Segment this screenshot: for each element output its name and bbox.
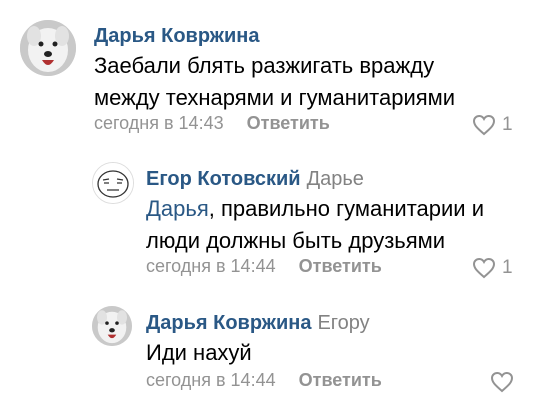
like-count: 1 (502, 114, 513, 135)
heart-icon (472, 257, 496, 279)
dog-face-avatar-icon (20, 20, 76, 76)
timestamp[interactable]: сегодня в 14:44 (146, 256, 276, 276)
author-name[interactable]: Егор Котовский (146, 168, 301, 190)
heart-icon (472, 114, 496, 136)
comment-text-fragment: , правильно гуманитарии и (208, 196, 484, 221)
comment-text-line: Иди нахуй (146, 340, 252, 365)
like-count: 1 (502, 257, 513, 278)
comment-text-line: между технарями и гуманитариями (94, 85, 456, 110)
avatar-dog[interactable] (20, 20, 76, 76)
heart-icon (490, 371, 514, 393)
timestamp[interactable]: сегодня в 14:43 (94, 113, 224, 133)
reply-button[interactable]: Ответить (247, 113, 330, 133)
comment-text: Иди нахуй (146, 337, 252, 369)
comment-text-line: люди должны быть друзьями (146, 228, 446, 253)
comment-header: Егор Котовский Дарье (146, 168, 364, 191)
comment-text-line: Дарья, правильно гуманитарии и (146, 193, 484, 225)
dog-face-avatar-icon (92, 306, 132, 346)
comment-meta: сегодня в 14:44 Ответить (146, 256, 382, 277)
meme-face-avatar-icon (93, 163, 133, 203)
comment-meta: сегодня в 14:43 Ответить (94, 113, 330, 134)
comment-text-line: Заебали блять разжигать вражду (94, 53, 435, 78)
comment-header: Дарья Ковржина (94, 25, 259, 48)
timestamp[interactable]: сегодня в 14:44 (146, 370, 276, 390)
reply-button[interactable]: Ответить (299, 370, 382, 390)
mention-link[interactable]: Дарья (146, 196, 209, 221)
reply-button[interactable]: Ответить (299, 256, 382, 276)
avatar-dog[interactable] (92, 306, 132, 346)
author-name[interactable]: Дарья Ковржина (146, 312, 311, 334)
comment-text: Заебали блять разжигать вражду между тех… (94, 50, 455, 114)
reply-to-name[interactable]: Егору (317, 312, 369, 334)
comment-text: Дарья, правильно гуманитарии и люди долж… (146, 193, 484, 257)
reply-to-name[interactable]: Дарье (307, 168, 364, 190)
author-name[interactable]: Дарья Ковржина (94, 25, 259, 47)
comment-meta: сегодня в 14:44 Ответить (146, 370, 382, 391)
like-button[interactable]: 1 (472, 257, 513, 279)
like-button[interactable]: 1 (472, 114, 513, 136)
comment-header: Дарья Ковржина Егору (146, 312, 370, 335)
avatar-meme[interactable] (92, 162, 134, 204)
like-button[interactable] (490, 371, 514, 393)
